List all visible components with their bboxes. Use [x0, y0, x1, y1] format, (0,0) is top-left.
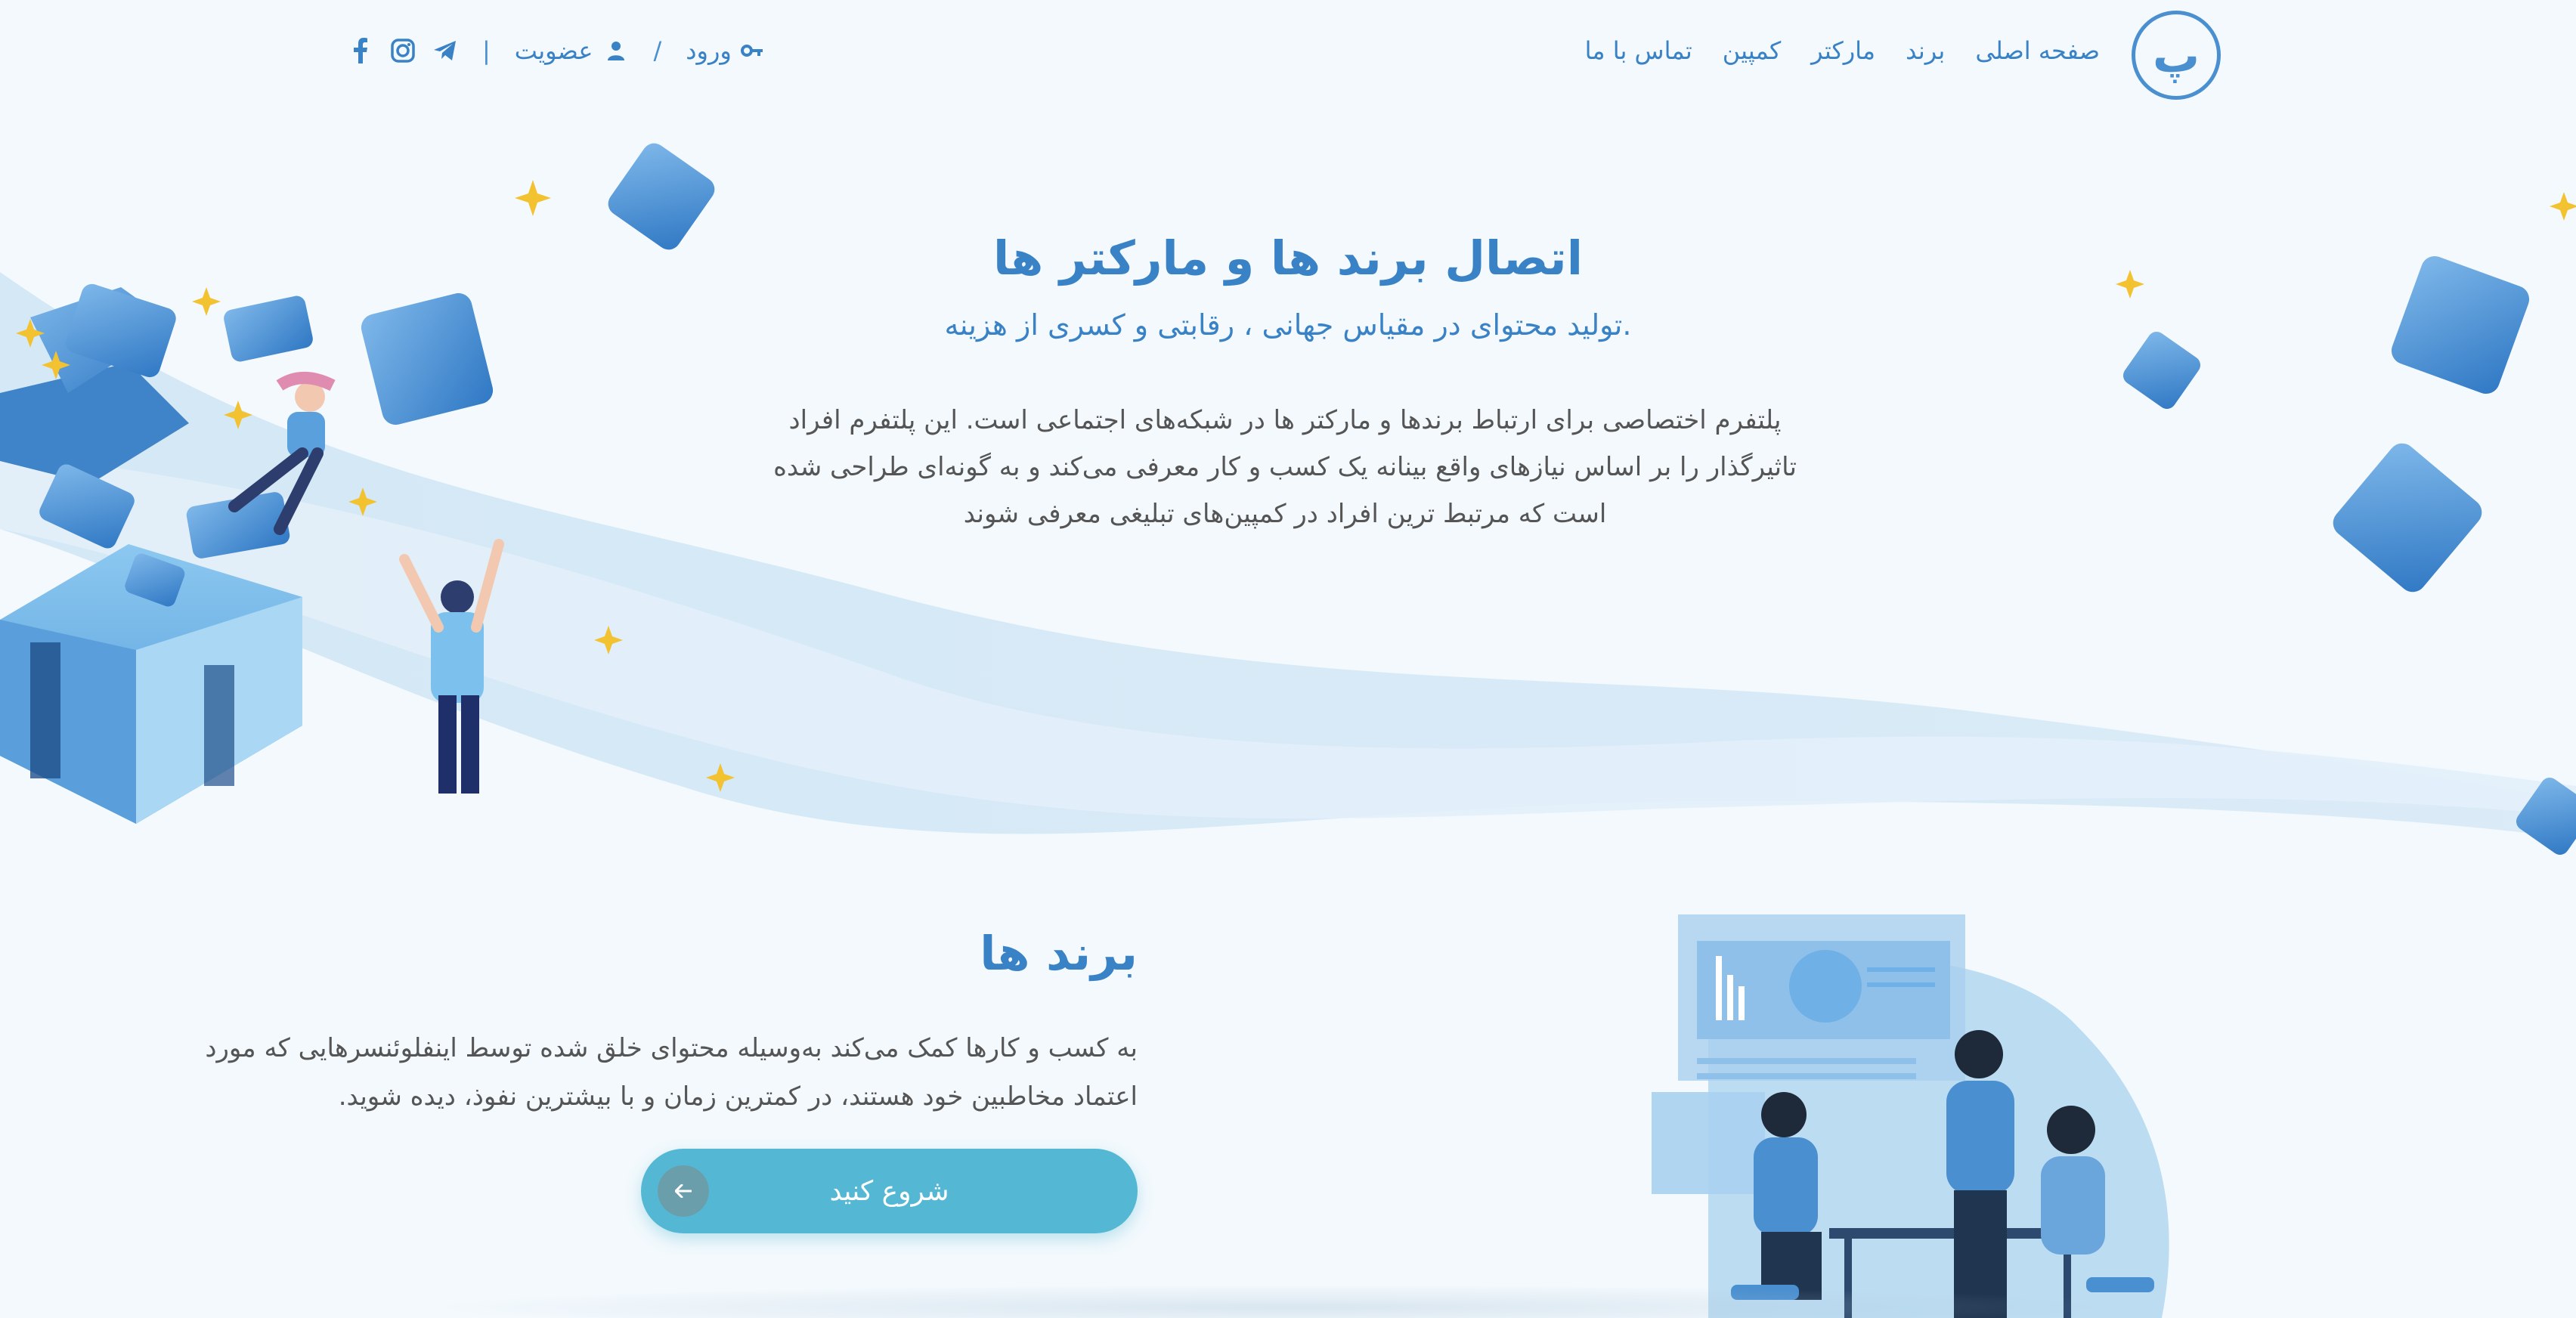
user-icon — [603, 38, 629, 63]
hero-subtitle: تولید محتوای در مقیاس جهانی ، رقابتی و ک… — [944, 308, 1632, 342]
site-logo[interactable]: پ — [2132, 11, 2221, 100]
menu-item-home[interactable]: صفحه اصلی — [1975, 36, 2100, 65]
main-menu: صفحه اصلی برند مارکتر کمپین تماس با ما — [1585, 36, 2100, 65]
auth-divider: | — [482, 36, 491, 65]
key-icon — [739, 38, 765, 63]
telegram-icon[interactable] — [432, 38, 458, 63]
auth-separator: / — [653, 36, 662, 65]
auth-and-social-bar: | عضویت / ورود — [348, 36, 765, 65]
facebook-icon[interactable] — [348, 38, 373, 63]
start-button[interactable]: شروع کنید — [641, 1149, 1138, 1233]
logo-text: پ — [2152, 27, 2200, 83]
menu-item-marketer[interactable]: مارکتر — [1811, 36, 1875, 65]
menu-item-contact[interactable]: تماس با ما — [1585, 36, 1692, 65]
menu-item-campaign[interactable]: کمپین — [1723, 36, 1781, 65]
login-link[interactable]: ورود — [686, 36, 765, 65]
brands-section-description: به کسب و کارها کمک می‌کند به‌وسیله محتوا… — [205, 1033, 1138, 1112]
team-meeting-illustration — [1652, 914, 2169, 1318]
brands-section-title: برند ها — [980, 926, 1138, 981]
start-button-label: شروع کنید — [829, 1175, 949, 1207]
menu-item-brand[interactable]: برند — [1906, 36, 1945, 65]
hero-title: اتصال برند ها و مارکتر ها — [993, 230, 1583, 286]
footer-shadow — [423, 1285, 2162, 1318]
signup-link[interactable]: عضویت — [515, 36, 630, 65]
arrow-left-icon — [658, 1165, 709, 1217]
instagram-icon[interactable] — [390, 38, 416, 63]
hero-description: پلتفرم اختصاصی برای ارتباط برندها و مارک… — [773, 405, 1797, 529]
